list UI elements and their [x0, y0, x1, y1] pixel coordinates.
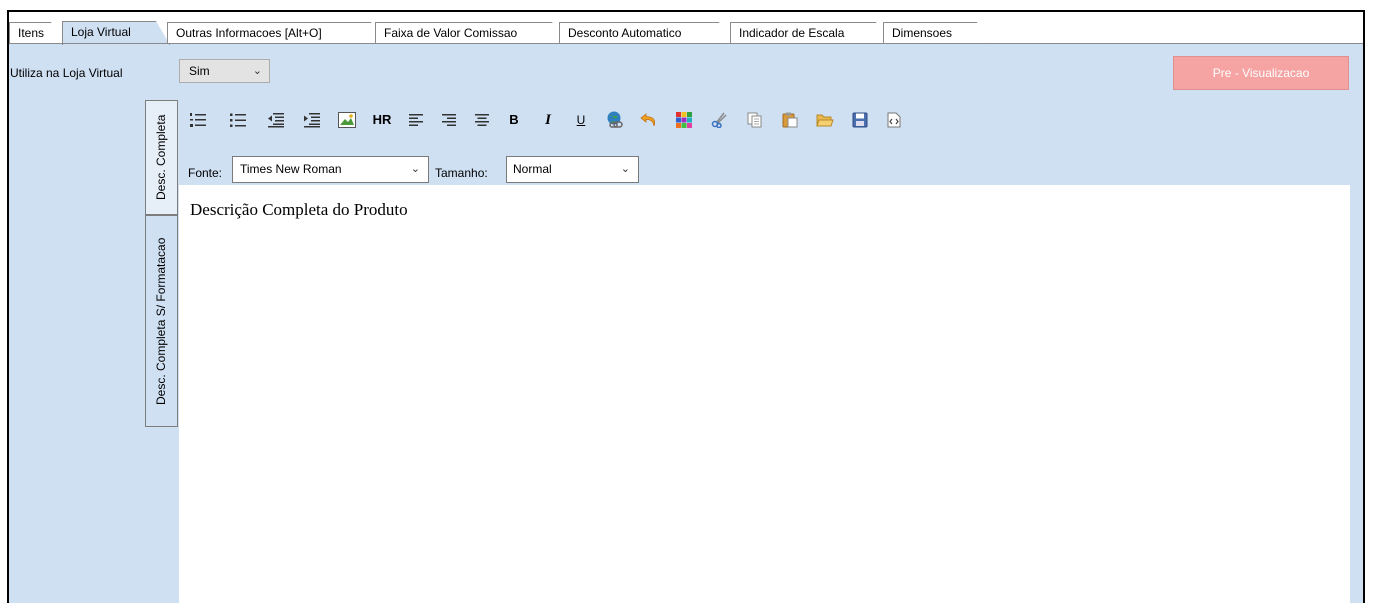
undo-icon[interactable]: [638, 109, 660, 131]
font-label: Fonte:: [188, 166, 223, 180]
preview-button[interactable]: Pre - Visualizacao: [1173, 56, 1349, 90]
indent-icon[interactable]: [301, 109, 323, 131]
bold-icon[interactable]: B: [503, 109, 525, 131]
font-select-value: Times New Roman: [240, 162, 342, 176]
chevron-down-icon: ⌄: [252, 65, 262, 77]
tab-dimensoes[interactable]: Dimensoes: [883, 22, 991, 44]
insert-link-icon[interactable]: [604, 109, 626, 131]
tab-loja-virtual[interactable]: Loja Virtual: [62, 21, 170, 45]
utiliza-label: Utiliza na Loja Virtual: [10, 66, 123, 80]
window-frame: Itens Loja Virtual Outras Informacoes [A…: [7, 10, 1365, 605]
side-tab-strip: Desc. Completa Desc. Completa S/ Formata…: [145, 100, 179, 430]
tab-content-loja-virtual: Utiliza na Loja Virtual Sim ⌄ Pre - Visu…: [9, 44, 1363, 605]
paste-icon[interactable]: [779, 109, 801, 131]
tab-indicador-escala[interactable]: Indicador de Escala: [730, 22, 890, 44]
tab-outras-informacoes[interactable]: Outras Informacoes [Alt+O]: [167, 22, 385, 44]
copy-icon[interactable]: [744, 109, 766, 131]
utiliza-select-value: Sim: [189, 64, 210, 78]
tab-itens[interactable]: Itens: [9, 22, 65, 44]
cut-icon[interactable]: [708, 109, 730, 131]
tab-desconto-automatico[interactable]: Desconto Automatico: [559, 22, 733, 44]
size-select[interactable]: Normal ⌄: [506, 156, 639, 183]
tab-strip: Itens Loja Virtual Outras Informacoes [A…: [9, 12, 1363, 44]
side-tab-desc-sem-formatacao[interactable]: Desc. Completa S/ Formatacao: [145, 215, 178, 427]
chevron-down-icon: ⌄: [620, 163, 630, 175]
editor-content: Descrição Completa do Produto: [190, 200, 408, 219]
font-select[interactable]: Times New Roman ⌄: [232, 156, 429, 183]
align-right-icon[interactable]: [438, 109, 460, 131]
outdent-icon[interactable]: [265, 109, 287, 131]
color-palette-icon[interactable]: [673, 109, 695, 131]
align-center-icon[interactable]: [471, 109, 493, 131]
numbered-list-icon[interactable]: [187, 109, 209, 131]
utiliza-select[interactable]: Sim ⌄: [179, 59, 270, 83]
align-left-icon[interactable]: [405, 109, 427, 131]
side-tab-desc-completa[interactable]: Desc. Completa: [145, 100, 178, 215]
rich-text-editor[interactable]: Descrição Completa do Produto: [179, 185, 1350, 605]
chevron-down-icon: ⌄: [410, 163, 420, 175]
horizontal-rule-icon[interactable]: HR: [371, 109, 393, 131]
size-label: Tamanho:: [435, 166, 488, 180]
save-icon[interactable]: [849, 109, 871, 131]
open-folder-icon[interactable]: [814, 109, 836, 131]
bullet-list-icon[interactable]: [227, 109, 249, 131]
underline-icon[interactable]: U: [570, 109, 592, 131]
tab-faixa-valor-comissao[interactable]: Faixa de Valor Comissao: [375, 22, 566, 44]
html-source-icon[interactable]: [883, 109, 905, 131]
insert-image-icon[interactable]: [336, 109, 358, 131]
italic-icon[interactable]: I: [537, 109, 559, 131]
size-select-value: Normal: [513, 162, 552, 176]
editor-toolbar: HR B I U: [181, 109, 1081, 133]
